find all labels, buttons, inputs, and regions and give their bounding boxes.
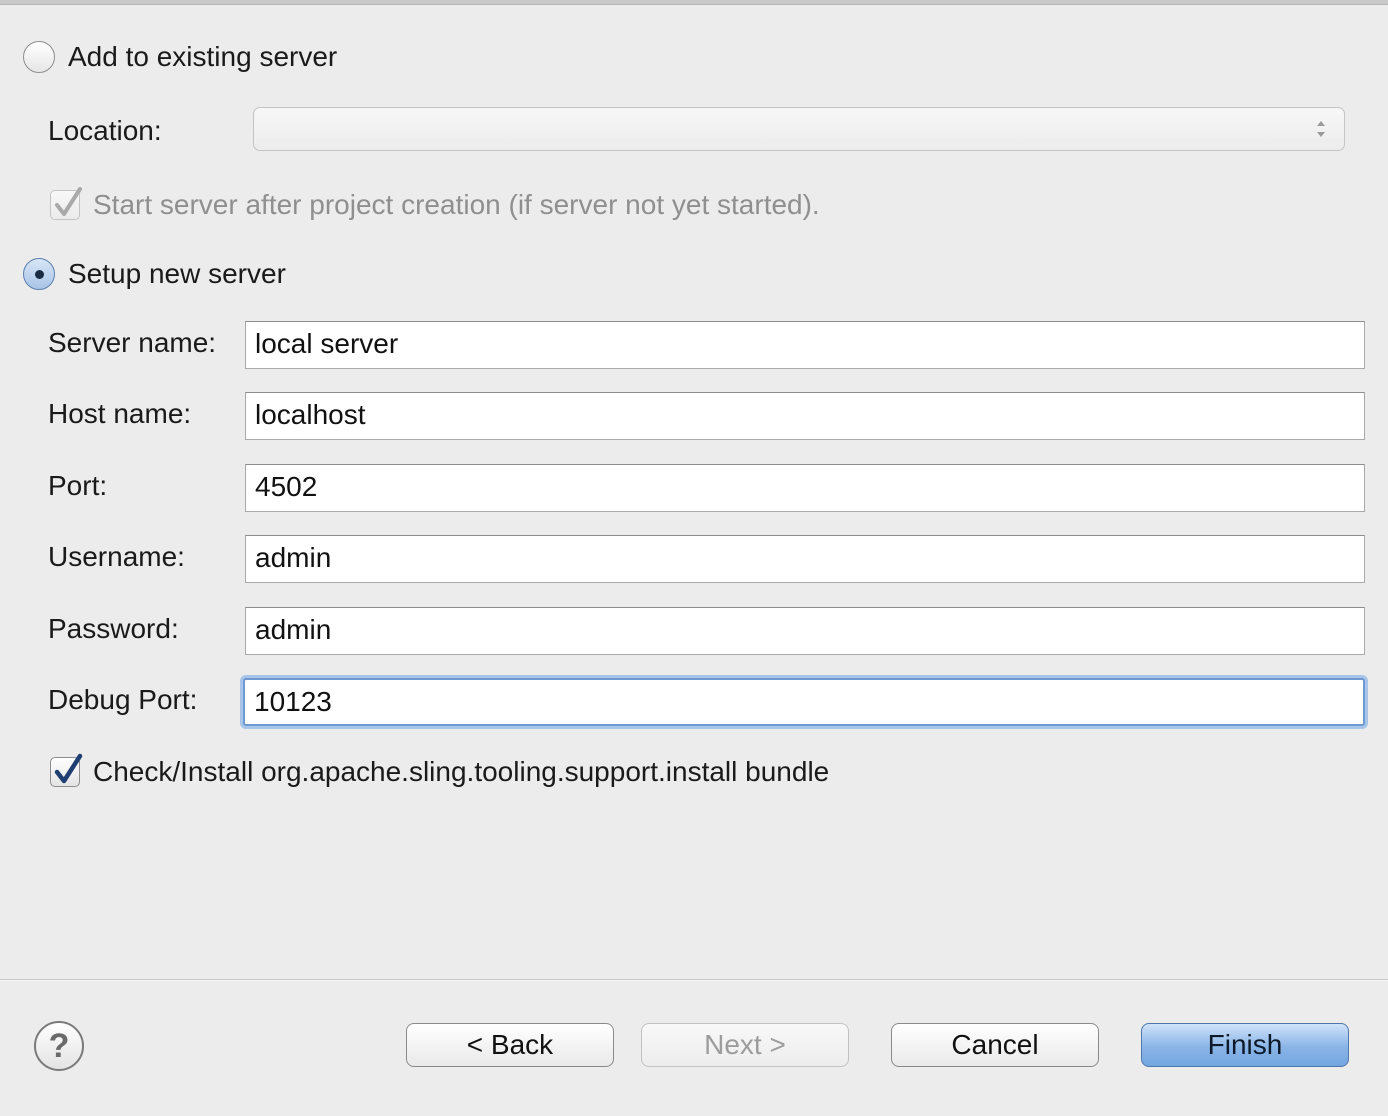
checkmark-icon (54, 753, 83, 784)
help-icon[interactable]: ? (34, 1021, 84, 1071)
location-label: Location: (48, 115, 162, 146)
host-name-input[interactable]: localhost (245, 392, 1365, 440)
install-bundle-checkbox[interactable] (50, 753, 83, 787)
server-name-input[interactable]: local server (245, 321, 1365, 369)
select-arrows-icon (1317, 121, 1325, 137)
back-button[interactable]: < Back (406, 1023, 614, 1067)
server-name-label: Server name: (48, 327, 217, 358)
cancel-button[interactable]: Cancel (891, 1023, 1099, 1067)
install-bundle-label: Check/Install org.apache.sling.tooling.s… (93, 756, 830, 787)
password-label: Password: (48, 613, 179, 644)
host-name-label: Host name: (48, 398, 192, 429)
dialog-top-border (0, 0, 1388, 5)
start-server-label: Start server after project creation (if … (93, 189, 820, 220)
debug-port-input[interactable]: 10123 (243, 678, 1365, 726)
next-button[interactable]: Next > (641, 1023, 849, 1067)
port-input[interactable]: 4502 (245, 464, 1365, 512)
add-to-existing-server-radio[interactable] (23, 41, 55, 73)
location-select[interactable] (253, 107, 1345, 151)
add-to-existing-server-label: Add to existing server (68, 41, 338, 72)
debug-port-label: Debug Port: (48, 684, 198, 715)
start-server-checkbox[interactable] (50, 187, 82, 220)
radio-selected-dot (34, 269, 44, 279)
finish-button[interactable]: Finish (1141, 1023, 1349, 1067)
footer-divider (0, 979, 1388, 981)
setup-new-server-radio[interactable] (23, 258, 55, 290)
password-input[interactable]: admin (245, 607, 1365, 655)
port-label: Port: (48, 470, 108, 501)
checkmark-icon (55, 187, 82, 216)
username-label: Username: (48, 541, 185, 572)
setup-new-server-label: Setup new server (68, 258, 286, 289)
username-input[interactable]: admin (245, 535, 1365, 583)
